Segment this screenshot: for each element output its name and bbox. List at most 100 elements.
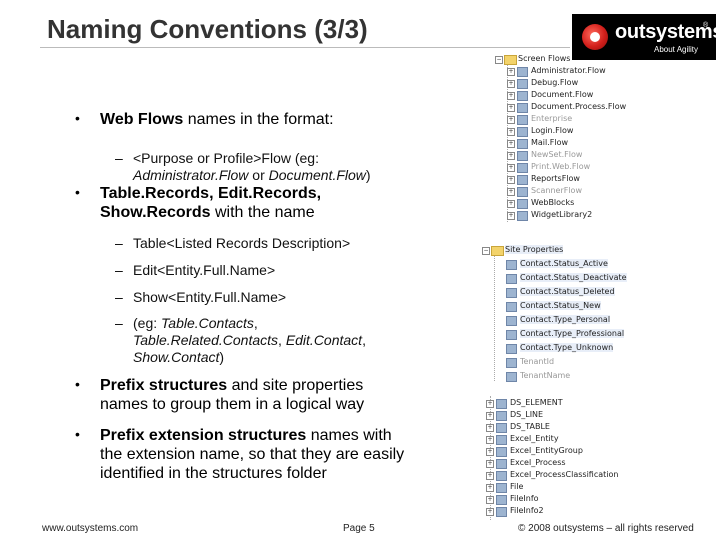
tree-item-label: Contact.Status_New: [520, 301, 601, 310]
bullet-records: Table.Records, Edit.Records, Show.Record…: [100, 184, 370, 222]
node-icon: [496, 423, 507, 433]
tree-item-label: Administrator.Flow: [531, 66, 606, 75]
expand-icon[interactable]: +: [486, 496, 494, 504]
expand-icon[interactable]: +: [507, 92, 515, 100]
node-icon: [517, 103, 528, 113]
tree-item-label: ReportsFlow: [531, 174, 580, 183]
node-icon: [496, 399, 507, 409]
node-icon: [496, 411, 507, 421]
sub-example: Table.Contacts: [161, 315, 254, 331]
node-icon: [517, 79, 528, 89]
slide-title: Naming Conventions (3/3): [47, 14, 368, 44]
tree-item-label: Excel_Process: [510, 458, 566, 467]
node-icon: [517, 127, 528, 137]
node-icon: [517, 187, 528, 197]
node-icon: [517, 115, 528, 125]
expand-icon[interactable]: +: [486, 424, 494, 432]
tree-item-label: NewSet.Flow: [531, 150, 583, 159]
tree-item-label: Contact.Status_Deactivate: [520, 273, 627, 282]
bullet-rest: with the name: [210, 204, 315, 221]
expand-icon[interactable]: +: [486, 412, 494, 420]
node-icon: [517, 139, 528, 149]
node-icon: [496, 435, 507, 445]
node-icon: [496, 495, 507, 505]
expand-icon[interactable]: +: [507, 80, 515, 88]
sub-example: Document.Flow: [268, 167, 366, 183]
sub-table: Table<Listed Records Description>: [133, 235, 351, 251]
expand-icon[interactable]: +: [486, 508, 494, 516]
expand-icon[interactable]: +: [486, 484, 494, 492]
expand-icon[interactable]: +: [486, 448, 494, 456]
expand-icon[interactable]: +: [507, 68, 515, 76]
bullet-prefix-structures: Prefix structures and site properties na…: [100, 376, 415, 414]
tree-item-label: Print.Web.Flow: [531, 162, 591, 171]
node-icon: [496, 447, 507, 457]
node-icon: [496, 471, 507, 481]
tree-item-label: Contact.Status_Active: [520, 259, 608, 268]
tree-item-label: FileInfo2: [510, 506, 544, 515]
bullet-bold: Prefix structures: [100, 377, 228, 394]
expand-icon[interactable]: +: [486, 436, 494, 444]
folder-icon: [504, 55, 517, 65]
bullet-dot: •: [75, 376, 80, 392]
sub-example: Edit.Contact: [285, 332, 363, 348]
expand-icon[interactable]: +: [486, 460, 494, 468]
expand-icon[interactable]: +: [507, 164, 515, 172]
sub-dash: –: [115, 315, 123, 331]
logo-registered-mark: ®: [703, 22, 709, 29]
structures-tree: + DS_ELEMENT + DS_LINE + DS_TABLE + Excel_Entit…: [486, 396, 626, 520]
logo-mark-icon: [582, 24, 608, 50]
screen-flows-tree: − Screen Flows + Administrator.Flow + Debug…: [493, 54, 627, 224]
bullet-bold: Web Flows: [100, 111, 184, 128]
collapse-icon[interactable]: −: [482, 247, 490, 255]
node-icon: [517, 175, 528, 185]
bullet-rest: names in the format:: [183, 111, 334, 128]
sub-text: (eg:: [133, 315, 162, 331]
tree-item-label: Document.Process.Flow: [531, 102, 627, 111]
expand-icon[interactable]: +: [507, 116, 515, 124]
tree-item-label: Contact.Type_Professional: [520, 329, 625, 338]
sub-text: ,: [362, 332, 366, 348]
collapse-icon[interactable]: −: [495, 56, 503, 64]
title-divider: [40, 47, 570, 48]
bullet-dot: •: [75, 110, 80, 126]
property-icon: [506, 274, 517, 284]
property-icon: [506, 344, 517, 354]
expand-icon[interactable]: +: [507, 128, 515, 136]
sub-example: Administrator.Flow: [133, 167, 249, 183]
property-icon: [506, 260, 517, 270]
tree-item-label: Enterprise: [531, 114, 573, 123]
tree-item-label: Contact.Type_Personal: [520, 315, 611, 324]
sub-examples: (eg: Table.Contacts, Table.Related.Conta…: [133, 315, 433, 366]
sub-text: ): [219, 349, 225, 365]
footer-page-number: Page 5: [343, 523, 375, 534]
expand-icon[interactable]: +: [507, 176, 515, 184]
expand-icon[interactable]: +: [486, 400, 494, 408]
sub-text: ,: [278, 332, 286, 348]
node-icon: [517, 67, 528, 77]
node-icon: [517, 199, 528, 209]
sub-edit: Edit<Entity.Full.Name>: [133, 262, 276, 278]
tree-item-label: Excel_EntityGroup: [510, 446, 583, 455]
expand-icon[interactable]: +: [507, 152, 515, 160]
tree-item-label: Debug.Flow: [531, 78, 579, 87]
tree-item-label: TenantName: [520, 371, 571, 380]
bullet-dot: •: [75, 184, 80, 200]
sub-text: ,: [253, 315, 258, 331]
tree-item-label: FileInfo: [510, 494, 539, 503]
node-icon: [517, 151, 528, 161]
sub-text: or: [248, 167, 269, 183]
folder-icon: [491, 246, 504, 256]
expand-icon[interactable]: +: [507, 140, 515, 148]
expand-icon[interactable]: +: [507, 212, 515, 220]
expand-icon[interactable]: +: [507, 188, 515, 196]
expand-icon[interactable]: +: [507, 200, 515, 208]
expand-icon[interactable]: +: [486, 472, 494, 480]
tree-item-label: Document.Flow: [531, 90, 594, 99]
bullet-bold: Prefix extension structures: [100, 427, 307, 444]
sub-text: ): [365, 167, 371, 183]
tree-item-label: WebBlocks: [531, 198, 575, 207]
property-icon: [506, 316, 517, 326]
expand-icon[interactable]: +: [507, 104, 515, 112]
node-icon: [496, 507, 507, 517]
